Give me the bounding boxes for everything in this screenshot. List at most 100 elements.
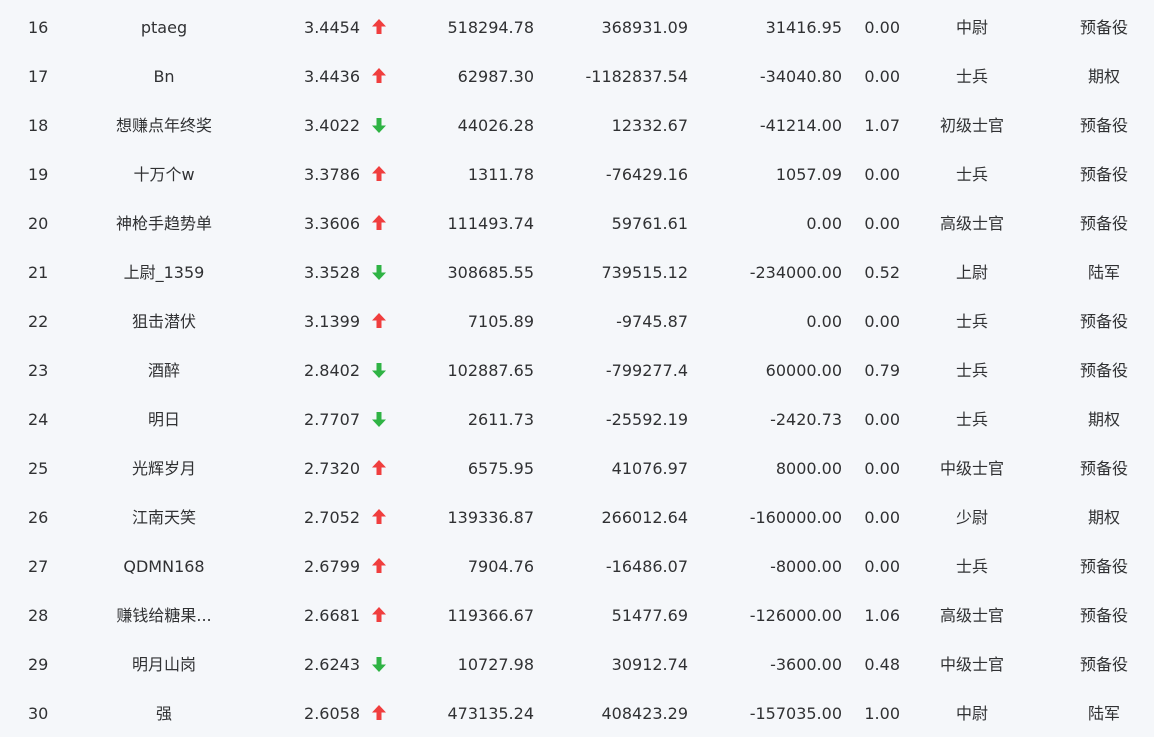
value-4: 0.48 (864, 655, 900, 674)
arrow-down-icon (372, 362, 386, 378)
table-row[interactable]: 25 光辉岁月 2.7320 6575.95 41076.97 8000.00 0.00 中级… (0, 441, 1154, 490)
table-row[interactable]: 19 十万个w 3.3786 1311.78 -76429.16 1057.09 0.00 士… (0, 147, 1154, 196)
table-row[interactable]: 20 神枪手趋势单 3.3606 111493.74 59761.61 0.00 0.00 高… (0, 196, 1154, 245)
rank-cell: 26 (28, 508, 49, 527)
value-2: -1182837.54 (585, 67, 688, 86)
rank-title: 初级士官 (939, 116, 1004, 135)
value-4: 0.00 (864, 18, 900, 37)
ratio-value: 2.8402 (304, 361, 360, 380)
category-label: 预备役 (1079, 18, 1128, 37)
trader-name: 酒醉 (147, 361, 180, 380)
value-2: 30912.74 (611, 655, 688, 674)
table-row[interactable]: 27 QDMN168 2.6799 7904.76 -16486.07 -8000.00 0… (0, 539, 1154, 588)
value-3: -234000.00 (749, 263, 842, 282)
value-3: 60000.00 (765, 361, 842, 380)
ratio-value: 3.3528 (304, 263, 360, 282)
value-1: 102887.65 (447, 361, 534, 380)
value-4: 1.00 (864, 704, 900, 723)
arrow-down-icon (372, 656, 386, 672)
rank-title: 士兵 (955, 312, 988, 331)
value-4: 0.00 (864, 557, 900, 576)
trend-indicator (370, 343, 388, 392)
ratio-value: 3.1399 (304, 312, 360, 331)
value-4: 0.00 (864, 312, 900, 331)
trend-indicator (370, 49, 388, 98)
value-4: 1.06 (864, 606, 900, 625)
trend-indicator (370, 0, 388, 49)
value-1: 111493.74 (447, 214, 534, 233)
arrow-down-icon (372, 117, 386, 133)
table-row[interactable]: 17 Bn 3.4436 62987.30 -1182837.54 -34040.80 0.… (0, 49, 1154, 98)
trader-name: 明日 (147, 410, 180, 429)
table-row[interactable]: 21 上尉_1359 3.3528 308685.55 739515.12 -234000… (0, 245, 1154, 294)
value-3: 8000.00 (775, 459, 842, 478)
value-3: -157035.00 (749, 704, 842, 723)
table-row[interactable]: 24 明日 2.7707 2611.73 -25592.19 -2420.73 0.00 士兵… (0, 392, 1154, 441)
rank-cell: 17 (28, 67, 49, 86)
category-label: 期权 (1087, 67, 1120, 86)
value-4: 0.00 (864, 67, 900, 86)
ranking-table: 16 ptaeg 3.4454 518294.78 368931.09 31416.95 0… (0, 0, 1154, 737)
rank-cell: 27 (28, 557, 49, 576)
value-4: 0.52 (864, 263, 900, 282)
trend-indicator (370, 539, 388, 588)
table-row[interactable]: 22 狙击潜伏 3.1399 7105.89 -9745.87 0.00 0.00 士兵 预备役 (0, 294, 1154, 343)
rank-cell: 20 (28, 214, 49, 233)
value-2: 408423.29 (601, 704, 688, 723)
arrow-up-icon (372, 606, 386, 622)
value-4: 0.00 (864, 165, 900, 184)
trader-name: 狙击潜伏 (131, 312, 196, 331)
rank-title: 中尉 (955, 18, 988, 37)
ratio-value: 3.4436 (304, 67, 360, 86)
rank-title: 士兵 (955, 67, 988, 86)
trend-indicator (370, 294, 388, 343)
rank-cell: 29 (28, 655, 49, 674)
trend-indicator (370, 196, 388, 245)
category-label: 预备役 (1079, 214, 1128, 233)
value-4: 0.00 (864, 508, 900, 527)
arrow-up-icon (372, 214, 386, 230)
value-3: -160000.00 (749, 508, 842, 527)
trend-indicator (370, 637, 388, 686)
arrow-up-icon (372, 557, 386, 573)
trend-indicator (370, 686, 388, 735)
value-2: 12332.67 (611, 116, 688, 135)
value-3: -3600.00 (770, 655, 842, 674)
category-label: 期权 (1087, 410, 1120, 429)
value-2: -9745.87 (616, 312, 688, 331)
category-label: 预备役 (1079, 606, 1128, 625)
value-2: 368931.09 (601, 18, 688, 37)
table-row[interactable]: 18 想赚点年终奖 3.4022 44026.28 12332.67 -41214.00 1… (0, 98, 1154, 147)
value-3: 1057.09 (775, 165, 842, 184)
value-4: 0.79 (864, 361, 900, 380)
table-row[interactable]: 16 ptaeg 3.4454 518294.78 368931.09 31416.95 0… (0, 0, 1154, 49)
trader-name: 想赚点年终奖 (115, 116, 212, 135)
trader-name: Bn (153, 67, 175, 86)
trader-name: 强 (155, 704, 172, 723)
rank-cell: 30 (28, 704, 49, 723)
rank-title: 高级士官 (939, 214, 1004, 233)
rank-title: 士兵 (955, 361, 988, 380)
rank-title: 上尉 (955, 263, 988, 282)
value-1: 2611.73 (467, 410, 534, 429)
trend-indicator (370, 98, 388, 147)
table-row[interactable]: 26 江南天笑 2.7052 139336.87 266012.64 -160000.00… (0, 490, 1154, 539)
value-1: 518294.78 (447, 18, 534, 37)
arrow-up-icon (372, 165, 386, 181)
value-3: -41214.00 (759, 116, 842, 135)
table-row[interactable]: 30 强 2.6058 473135.24 408423.29 -157035.00 1.0… (0, 686, 1154, 735)
value-1: 308685.55 (447, 263, 534, 282)
trader-name: 光辉岁月 (131, 459, 196, 478)
table-row[interactable]: 28 赚钱给糖果... 2.6681 119366.67 51477.69 -126000… (0, 588, 1154, 637)
trader-name: 神枪手趋势单 (115, 214, 212, 233)
trader-name: QDMN168 (123, 557, 205, 576)
trend-indicator (370, 147, 388, 196)
value-1: 44026.28 (457, 116, 534, 135)
table-row[interactable]: 29 明月山岗 2.6243 10727.98 30912.74 -3600.00 0.48… (0, 637, 1154, 686)
value-2: -76429.16 (605, 165, 688, 184)
value-2: 41076.97 (611, 459, 688, 478)
table-row[interactable]: 23 酒醉 2.8402 102887.65 -799277.4 60000.00 0.79… (0, 343, 1154, 392)
value-2: -25592.19 (605, 410, 688, 429)
value-4: 0.00 (864, 214, 900, 233)
ratio-value: 2.6681 (304, 606, 360, 625)
